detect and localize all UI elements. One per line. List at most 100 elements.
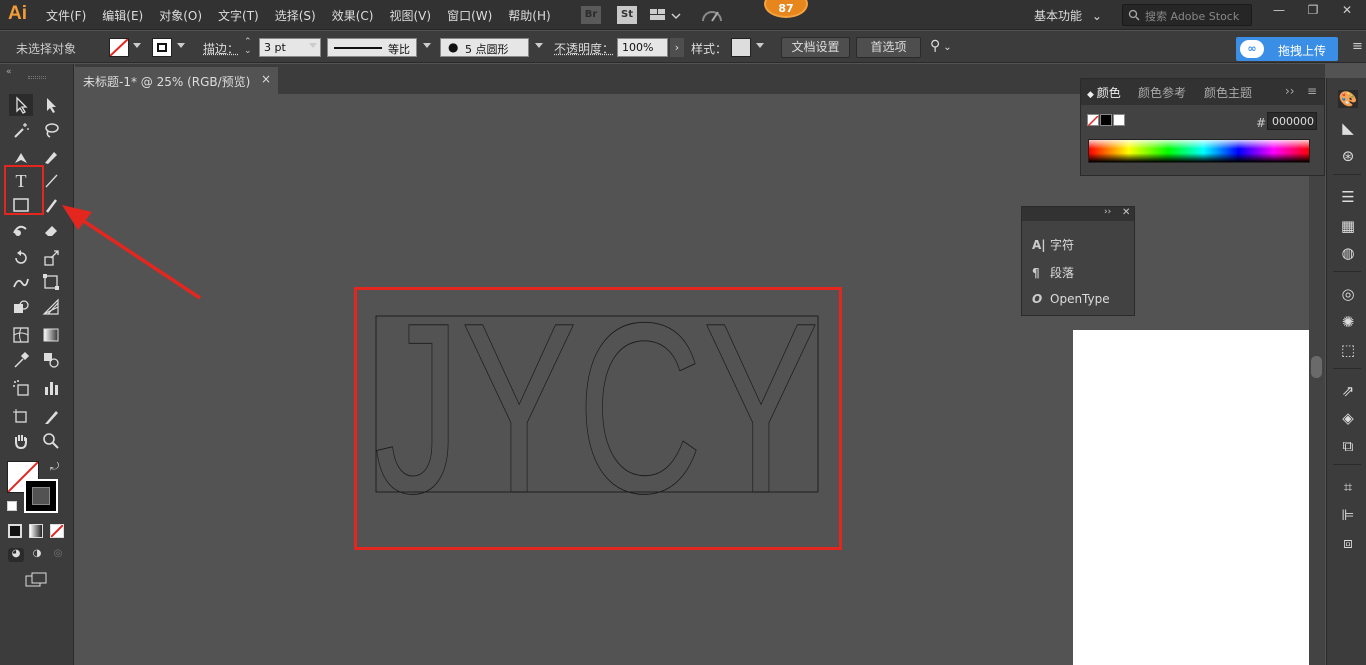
color-panel-icon[interactable]: 🎨 xyxy=(1338,90,1358,108)
vertical-scrollbar[interactable] xyxy=(1309,94,1325,665)
hex-input[interactable]: 000000 xyxy=(1267,112,1317,130)
character-panel-item[interactable]: A| 字符 xyxy=(1032,236,1074,253)
artboards-panel-icon[interactable]: ⧉ xyxy=(1338,437,1358,455)
paragraph-panel-item[interactable]: ¶ 段落 xyxy=(1032,264,1074,281)
color-spectrum[interactable] xyxy=(1088,139,1310,163)
panel-menu-icon[interactable]: ≡ xyxy=(1307,84,1317,98)
preferences-button[interactable]: 首选项 xyxy=(856,37,921,58)
menu-help[interactable]: 帮助(H) xyxy=(508,7,550,24)
selection-tool-icon[interactable] xyxy=(9,94,33,116)
screen-mode-icon[interactable] xyxy=(24,572,48,588)
menu-select[interactable]: 选择(S) xyxy=(275,7,316,24)
color-themes-icon[interactable]: ⊛ xyxy=(1338,147,1358,165)
stroke-label[interactable]: 描边： xyxy=(203,40,239,57)
opacity-field[interactable]: 100% xyxy=(617,38,668,57)
scrollbar-thumb[interactable] xyxy=(1311,356,1322,378)
opentype-panel-item[interactable]: O OpenType xyxy=(1032,292,1110,306)
upload-button[interactable]: ∞ 拖拽上传 xyxy=(1236,37,1338,61)
warp-tool-icon[interactable] xyxy=(9,271,33,293)
export-panel-icon[interactable]: ⇗ xyxy=(1338,382,1358,400)
chevron-right-icon[interactable]: › xyxy=(670,38,684,57)
gradient-tool-icon[interactable] xyxy=(39,324,63,346)
stroke-color-swatch[interactable] xyxy=(24,479,58,513)
color-black-swatch[interactable] xyxy=(1100,114,1112,126)
symbol-sprayer-tool-icon[interactable] xyxy=(9,377,33,399)
menu-object[interactable]: 对象(O) xyxy=(159,7,202,24)
color-none-swatch[interactable] xyxy=(1087,114,1099,127)
align-panel-icon[interactable]: ⊫ xyxy=(1338,506,1358,524)
tab-color[interactable]: ◆ 颜色 xyxy=(1087,84,1121,101)
minimize-icon[interactable]: — xyxy=(1262,0,1296,22)
brushes-panel-icon[interactable]: ⬚ xyxy=(1338,341,1358,359)
appearance-panel-icon[interactable]: ◎ xyxy=(1338,285,1358,303)
direct-selection-tool-icon[interactable] xyxy=(39,94,63,116)
close-panel-icon[interactable]: ✕ xyxy=(1122,207,1130,218)
document-tab[interactable]: 未标题-1* @ 25% (RGB/预览) × xyxy=(75,67,278,94)
bridge-button[interactable]: Br xyxy=(581,6,601,24)
hand-tool-icon[interactable] xyxy=(9,430,33,452)
zoom-tool-icon[interactable] xyxy=(39,430,63,452)
artboard-tool-icon[interactable] xyxy=(9,406,33,428)
mesh-tool-icon[interactable] xyxy=(9,324,33,346)
stroke-panel-icon[interactable]: ☰ xyxy=(1338,188,1358,206)
chevron-down-icon[interactable] xyxy=(177,43,185,48)
column-graph-tool-icon[interactable] xyxy=(39,377,63,399)
rotate-tool-icon[interactable] xyxy=(9,247,33,269)
restore-icon[interactable]: ❐ xyxy=(1296,0,1330,22)
workspace-switcher[interactable]: 基本功能 ⌄ xyxy=(1034,7,1102,24)
menu-edit[interactable]: 编辑(E) xyxy=(102,7,143,24)
color-guide-icon[interactable]: ◣ xyxy=(1338,119,1358,137)
notification-badge[interactable]: 87 xyxy=(764,0,808,18)
menu-icon[interactable]: ≡ xyxy=(1352,39,1363,54)
expand-panel-icon[interactable]: ›› xyxy=(1104,207,1111,217)
gpu-performance-icon[interactable] xyxy=(700,5,724,25)
default-colors-icon[interactable] xyxy=(7,501,17,511)
opacity-label[interactable]: 不透明度： xyxy=(554,40,614,57)
transparency-panel-icon[interactable]: ◍ xyxy=(1338,244,1358,262)
none-mode-icon[interactable] xyxy=(50,524,64,538)
shaper-tool-icon[interactable] xyxy=(9,219,33,241)
tab-color-guide[interactable]: 颜色参考 xyxy=(1138,84,1186,101)
chevron-down-icon[interactable] xyxy=(535,43,543,48)
arrange-documents-icon[interactable] xyxy=(650,7,686,23)
slice-tool-icon[interactable] xyxy=(39,406,63,428)
stroke-swatch[interactable] xyxy=(152,38,172,57)
chevron-down-icon[interactable] xyxy=(133,43,141,48)
style-swatch[interactable] xyxy=(731,38,751,57)
eyedropper-tool-icon[interactable] xyxy=(9,349,33,371)
menu-window[interactable]: 窗口(W) xyxy=(447,7,492,24)
gradient-panel-icon[interactable]: ▦ xyxy=(1338,217,1358,235)
stroke-profile-field[interactable]: 等比 xyxy=(327,38,417,57)
stock-search-input[interactable]: 搜索 Adobe Stock xyxy=(1122,4,1252,26)
magic-wand-tool-icon[interactable] xyxy=(9,119,33,141)
pathfinder-panel-icon[interactable]: ⧈ xyxy=(1338,534,1358,552)
menu-effect[interactable]: 效果(C) xyxy=(332,7,374,24)
stroke-stepper-icon[interactable]: ⌃ ⌄ xyxy=(244,38,252,56)
fill-swatch[interactable] xyxy=(109,38,129,57)
document-setup-button[interactable]: 文档设置 xyxy=(781,37,850,58)
color-mode-icon[interactable] xyxy=(8,524,22,538)
close-icon[interactable]: ✕ xyxy=(1330,0,1364,22)
shape-builder-tool-icon[interactable] xyxy=(9,296,33,318)
stock-button[interactable]: St xyxy=(617,6,637,24)
menu-file[interactable]: 文件(F) xyxy=(46,7,86,24)
color-white-swatch[interactable] xyxy=(1113,114,1125,126)
lasso-tool-icon[interactable] xyxy=(39,119,63,141)
chevron-down-icon[interactable] xyxy=(423,43,431,48)
draw-behind-icon[interactable]: ◑ xyxy=(29,548,45,562)
transform-panel-icon[interactable]: ⌗ xyxy=(1338,478,1358,496)
brush-field[interactable]: ● 5 点圆形 xyxy=(440,38,529,57)
chevron-down-icon[interactable] xyxy=(309,43,317,48)
expand-panel-icon[interactable]: ›› xyxy=(1285,84,1295,98)
menu-type[interactable]: 文字(T) xyxy=(218,7,259,24)
layers-panel-icon[interactable]: ◈ xyxy=(1338,409,1358,427)
collapse-icon[interactable]: « xyxy=(6,67,12,77)
tab-color-themes[interactable]: 颜色主题 xyxy=(1204,84,1252,101)
menu-view[interactable]: 视图(V) xyxy=(389,7,431,24)
align-to-icon[interactable]: ⚲ ⌄ xyxy=(930,38,952,54)
swap-colors-icon[interactable]: ⤾ xyxy=(50,460,59,474)
chevron-down-icon[interactable] xyxy=(756,43,764,48)
artboard[interactable] xyxy=(1073,330,1309,665)
graphic-styles-icon[interactable]: ✺ xyxy=(1338,313,1358,331)
close-tab-icon[interactable]: × xyxy=(261,72,271,86)
